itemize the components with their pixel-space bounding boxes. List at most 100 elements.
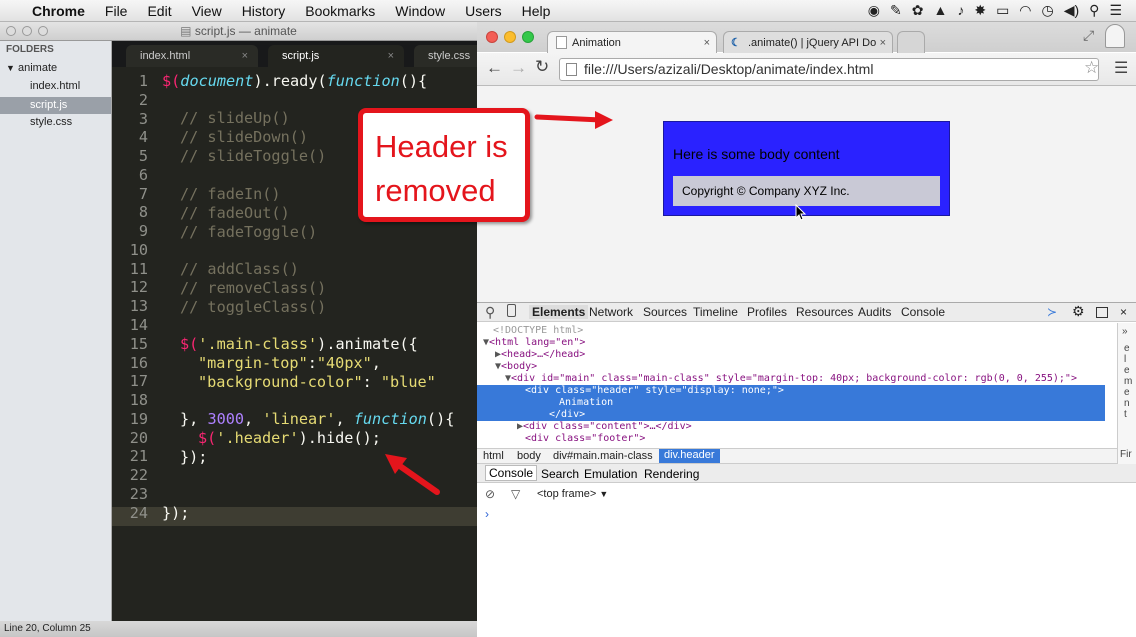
zoom-window-icon[interactable] xyxy=(522,31,534,43)
menu-app-name[interactable]: Chrome xyxy=(32,3,85,19)
tab-style-css[interactable]: style.css xyxy=(414,45,484,67)
wifi-icon[interactable]: ◠ xyxy=(1019,2,1031,19)
tool-icon[interactable]: ✎ xyxy=(890,2,902,19)
dom-tree[interactable]: <!DOCTYPE html> ▼<html lang="en"> ▶<head… xyxy=(477,323,1117,448)
menu-history[interactable]: History xyxy=(242,3,286,19)
console-prompt-icon[interactable]: › xyxy=(485,507,489,521)
bell-icon[interactable]: ♪ xyxy=(957,2,964,19)
filter-icon[interactable]: ▽ xyxy=(511,487,520,501)
close-tab-icon[interactable]: × xyxy=(388,45,394,67)
minimize-window-icon[interactable] xyxy=(504,31,516,43)
dom-header-div-selected[interactable]: <div class="header" style="display: none… xyxy=(477,385,1105,397)
page-icon xyxy=(556,36,567,49)
menu-window[interactable]: Window xyxy=(395,3,445,19)
menu-view[interactable]: View xyxy=(192,3,222,19)
sidebar-file-style[interactable]: style.css xyxy=(30,116,72,128)
address-bar[interactable]: file:///Users/azizali/Desktop/animate/in… xyxy=(559,58,1099,81)
bookmark-star-icon[interactable]: ☆ xyxy=(1084,58,1099,78)
brightness-icon[interactable]: ✸ xyxy=(974,2,986,19)
zoom-window-icon[interactable] xyxy=(38,26,48,36)
frame-selector[interactable]: <top frame> ▼ xyxy=(537,488,608,500)
tab-network[interactable]: Network xyxy=(589,305,633,319)
reload-icon[interactable]: ↻ xyxy=(535,57,549,77)
code-line-5: // slideToggle() xyxy=(180,147,327,165)
annotation-callout: Header is removed xyxy=(358,108,530,222)
crumb-main-div[interactable]: div#main.main-class xyxy=(553,450,653,462)
close-tab-icon[interactable]: × xyxy=(242,45,248,67)
dom-content-div[interactable]: ▶<div class="content">…</div> xyxy=(517,421,692,433)
list-icon[interactable]: ☰ xyxy=(1109,2,1122,19)
dropdown-arrow-icon[interactable]: ▼ xyxy=(599,489,608,499)
volume-icon[interactable]: ◀) xyxy=(1064,2,1079,19)
sidebar-folder[interactable]: ▼ animate xyxy=(6,62,57,74)
fullscreen-icon[interactable]: ⤢ xyxy=(1083,27,1094,44)
close-tab-icon[interactable]: × xyxy=(880,32,886,54)
drive-icon[interactable]: ▲ xyxy=(933,2,947,19)
tab-timeline[interactable]: Timeline xyxy=(693,305,738,319)
record-icon[interactable]: ◉ xyxy=(868,2,880,19)
battery-icon[interactable]: ▭ xyxy=(996,2,1009,19)
drawer-tab-console[interactable]: Console xyxy=(485,465,538,481)
close-window-icon[interactable] xyxy=(6,26,16,36)
line-number: 2 xyxy=(138,90,148,109)
dock-icon[interactable] xyxy=(1096,307,1108,318)
forward-icon[interactable]: → xyxy=(510,58,527,78)
disclosure-triangle-icon[interactable]: ▼ xyxy=(6,63,15,73)
dom-header-close[interactable]: </div> xyxy=(477,409,1105,421)
code-line-9: // fadeToggle() xyxy=(180,223,318,241)
dom-html[interactable]: ▼<html lang="en"> xyxy=(483,337,585,349)
drawer-tab-emulation[interactable]: Emulation xyxy=(584,467,637,481)
sidebar-file-script[interactable]: script.js xyxy=(0,97,111,114)
tab-label: .animate() | jQuery API Do xyxy=(748,37,877,49)
dom-footer-div[interactable]: <div class="footer"> xyxy=(525,433,645,445)
tab-jquery-api[interactable]: ☾ .animate() | jQuery API Do × xyxy=(723,31,893,53)
more-tabs-icon[interactable]: » xyxy=(1122,326,1128,337)
drawer-tab-search[interactable]: Search xyxy=(541,467,579,481)
inspect-search-icon[interactable]: ⚲ xyxy=(485,304,495,321)
puzzle-icon[interactable]: ✿ xyxy=(912,2,924,19)
drawer-toggle-icon[interactable]: ≻ xyxy=(1047,305,1057,319)
new-tab-button[interactable] xyxy=(897,31,925,53)
crumb-header-div[interactable]: div.header xyxy=(659,449,720,463)
styles-pane-collapsed[interactable]: » eleme nt Fir xyxy=(1117,323,1136,464)
dom-doctype[interactable]: <!DOCTYPE html> xyxy=(493,325,583,337)
tab-script-js[interactable]: script.js × xyxy=(268,45,404,67)
close-devtools-icon[interactable]: × xyxy=(1120,305,1127,319)
tab-console[interactable]: Console xyxy=(901,305,945,319)
footer-div: Copyright © Company XYZ Inc. xyxy=(673,176,940,206)
annotation-arrow-right-icon xyxy=(534,111,613,129)
tab-profiles[interactable]: Profiles xyxy=(747,305,787,319)
sidebar-file-index[interactable]: index.html xyxy=(30,80,80,92)
tab-animation[interactable]: Animation × xyxy=(547,31,717,53)
crumb-body[interactable]: body xyxy=(517,450,541,462)
tab-elements[interactable]: Elements xyxy=(529,305,589,319)
menu-edit[interactable]: Edit xyxy=(147,3,171,19)
settings-gear-icon[interactable]: ⚙ xyxy=(1072,303,1085,320)
dom-body[interactable]: ▼<body> xyxy=(495,361,537,373)
device-mode-icon[interactable] xyxy=(507,304,516,317)
search-icon[interactable]: ⚲ xyxy=(1089,2,1099,19)
menu-file[interactable]: File xyxy=(105,3,128,19)
dom-header-text[interactable]: Animation xyxy=(477,397,1105,409)
chrome-menu-icon[interactable]: ☰ xyxy=(1114,58,1128,78)
menu-users[interactable]: Users xyxy=(465,3,502,19)
user-profile-icon[interactable] xyxy=(1105,24,1125,48)
clock-icon[interactable]: ◷ xyxy=(1042,2,1054,19)
drawer-tab-rendering[interactable]: Rendering xyxy=(644,467,699,481)
close-tab-icon[interactable]: × xyxy=(704,32,710,54)
menu-help[interactable]: Help xyxy=(522,3,551,19)
crumb-html[interactable]: html xyxy=(483,450,504,462)
menu-bookmarks[interactable]: Bookmarks xyxy=(305,3,375,19)
frame-label: <top frame> xyxy=(537,488,597,500)
line-number: 4 xyxy=(138,128,148,147)
back-icon[interactable]: ← xyxy=(486,58,503,78)
tab-resources[interactable]: Resources xyxy=(796,305,853,319)
close-window-icon[interactable] xyxy=(486,31,498,43)
dom-head[interactable]: ▶<head>…</head> xyxy=(495,349,585,361)
tab-index-html[interactable]: index.html × xyxy=(126,45,258,67)
minimize-window-icon[interactable] xyxy=(22,26,32,36)
tab-sources[interactable]: Sources xyxy=(643,305,687,319)
clear-console-icon[interactable]: ⊘ xyxy=(485,487,495,501)
tab-audits[interactable]: Audits xyxy=(858,305,891,319)
dom-main-div[interactable]: ▼<div id="main" class="main-class" style… xyxy=(505,373,1077,385)
